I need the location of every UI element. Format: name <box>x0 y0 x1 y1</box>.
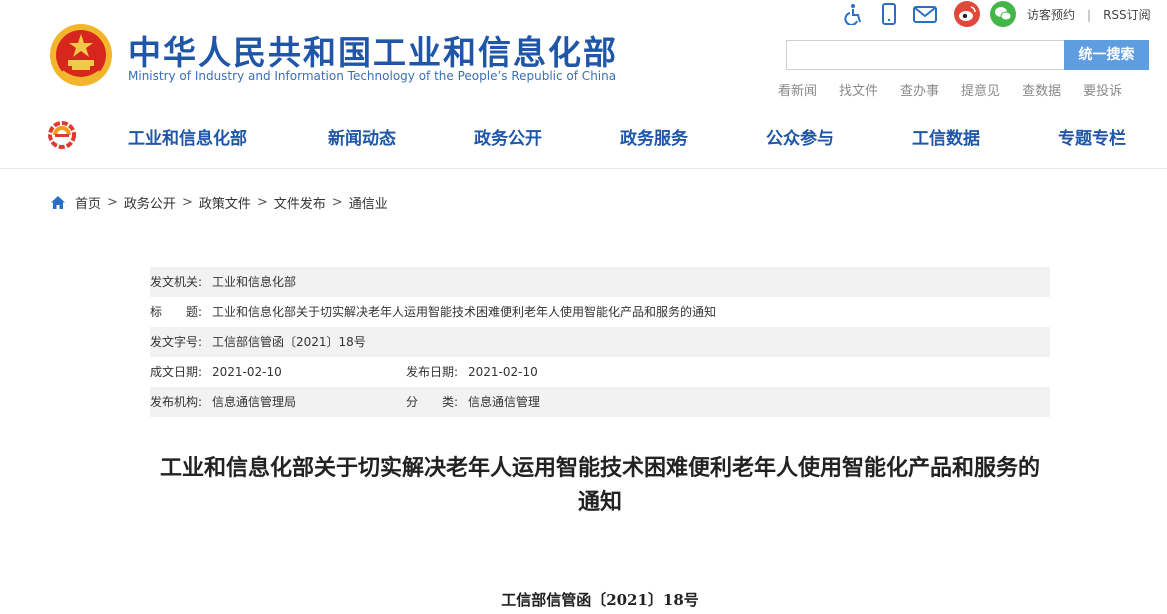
main-nav: 工业和信息化部 新闻动态 政务公开 政务服务 公众参与 工信数据 专题专栏 <box>0 112 1167 158</box>
quick-link-feedback[interactable]: 提意见 <box>961 80 1000 99</box>
quick-link-data[interactable]: 查数据 <box>1022 80 1061 99</box>
search-button[interactable]: 统一搜索 <box>1064 40 1149 70</box>
breadcrumb-document-release[interactable]: 文件发布 <box>274 193 326 212</box>
issuer-label: 发文机关: <box>150 275 203 289</box>
top-links: 访客预约 | RSS订阅 <box>1027 6 1151 23</box>
home-icon[interactable] <box>50 195 66 210</box>
breadcrumb-policy-documents[interactable]: 政策文件 <box>199 193 251 212</box>
nav-item-miit[interactable]: 工业和信息化部 <box>128 124 247 149</box>
quick-link-files[interactable]: 找文件 <box>839 80 878 99</box>
breadcrumb-separator: > <box>181 195 193 210</box>
subject-label: 标 题: <box>150 305 203 319</box>
published-date-value: 2021-02-10 <box>468 365 538 379</box>
doc-no-value: 工信部信管函〔2021〕18号 <box>212 335 366 349</box>
site-header: 中华人民共和国工业和信息化部 Ministry of Industry and … <box>0 0 1167 169</box>
quick-link-services[interactable]: 查办事 <box>900 80 939 99</box>
weibo-icon[interactable] <box>954 1 980 27</box>
info-row-issuer: 发文机关: 工业和信息化部 <box>150 267 1050 297</box>
info-row-subject: 标 题: 工业和信息化部关于切实解决老年人运用智能技术困难便利老年人使用智能化产… <box>150 297 1050 327</box>
category-value: 信息通信管理 <box>468 395 541 409</box>
quick-link-complaint[interactable]: 要投诉 <box>1083 80 1122 99</box>
breadcrumb-separator: > <box>256 195 268 210</box>
breadcrumb-home[interactable]: 首页 <box>75 193 101 212</box>
published-date-label: 发布日期: <box>406 365 459 379</box>
document-info-table: 发文机关: 工业和信息化部 标 题: 工业和信息化部关于切实解决老年人运用智能技… <box>150 267 1050 417</box>
created-date-label: 成文日期: <box>150 365 203 379</box>
org-label: 发布机构: <box>150 395 203 409</box>
accessibility-icon[interactable] <box>840 1 866 27</box>
breadcrumb-separator: > <box>107 195 118 210</box>
breadcrumb: 首页 > 政务公开 > 政策文件 > 文件发布 > 通信业 <box>50 193 388 212</box>
nav-item-public-participation[interactable]: 公众参与 <box>766 124 834 149</box>
nav-item-miit-data[interactable]: 工信数据 <box>912 124 980 149</box>
visitor-appointment-link[interactable]: 访客预约 <box>1027 8 1075 22</box>
info-row-org: 发布机构: 信息通信管理局 分 类: 信息通信管理 <box>150 387 1050 417</box>
created-date-value: 2021-02-10 <box>212 365 282 379</box>
mobile-icon[interactable] <box>876 1 902 27</box>
top-links-divider: | <box>1087 8 1092 22</box>
document-number: 工信部信管函〔2021〕18号 <box>501 591 699 609</box>
document-title: 工业和信息化部关于切实解决老年人运用智能技术困难便利老年人使用智能化产品和服务的… <box>159 456 1040 515</box>
search-input[interactable] <box>786 40 1064 70</box>
subject-value: 工业和信息化部关于切实解决老年人运用智能技术困难便利老年人使用智能化产品和服务的… <box>212 305 717 319</box>
miit-logo-icon[interactable] <box>47 120 77 150</box>
top-icon-bar <box>840 0 1026 28</box>
nav-item-news[interactable]: 新闻动态 <box>328 124 396 149</box>
wechat-icon[interactable] <box>990 1 1016 27</box>
rss-link[interactable]: RSS订阅 <box>1103 8 1151 22</box>
nav-item-government-services[interactable]: 政务服务 <box>620 124 688 149</box>
breadcrumb-government-affairs[interactable]: 政务公开 <box>124 193 176 212</box>
national-emblem-icon <box>50 24 112 86</box>
org-value: 信息通信管理局 <box>212 395 297 409</box>
site-title[interactable]: 中华人民共和国工业和信息化部 <box>128 26 618 74</box>
nav-item-special-topics[interactable]: 专题专栏 <box>1058 124 1126 149</box>
doc-no-label: 发文字号: <box>150 335 203 349</box>
site-subtitle: Ministry of Industry and Information Tec… <box>128 69 617 83</box>
issuer-value: 工业和信息化部 <box>212 275 297 289</box>
info-row-doc-no: 发文字号: 工信部信管函〔2021〕18号 <box>150 327 1050 357</box>
info-row-dates: 成文日期: 2021-02-10 发布日期: 2021-02-10 <box>150 357 1050 387</box>
breadcrumb-separator: > <box>331 195 343 210</box>
quick-link-news[interactable]: 看新闻 <box>778 80 817 99</box>
quick-links: 看新闻 找文件 查办事 提意见 查数据 要投诉 <box>778 80 1144 99</box>
nav-item-government-affairs[interactable]: 政务公开 <box>474 124 542 149</box>
breadcrumb-telecom[interactable]: 通信业 <box>349 193 388 212</box>
mail-icon[interactable] <box>912 1 938 27</box>
category-label: 分 类: <box>406 395 459 409</box>
